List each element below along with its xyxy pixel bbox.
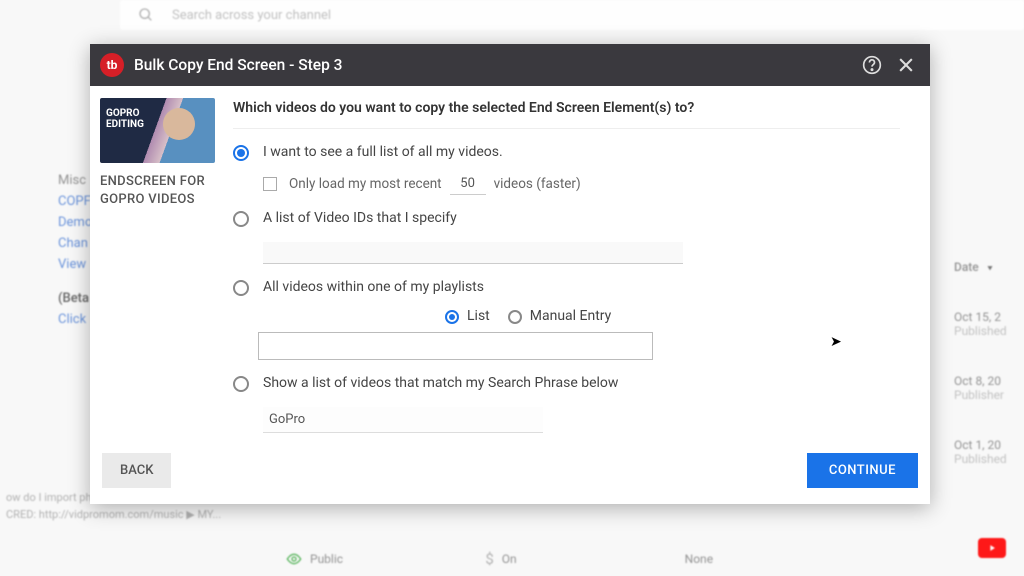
table-row: Oct 15, 2 Published	[954, 310, 1024, 338]
option-label: I want to see a full list of all my vide…	[263, 143, 503, 163]
bg-right-column: Date Oct 15, 2 Published Oct 8, 20 Publi…	[954, 260, 1024, 466]
recent-count-input[interactable]	[450, 173, 486, 195]
bg-nav-link[interactable]: Chan	[58, 233, 92, 254]
modal-sidebar: ENDSCREEN FOR GOPRO VIDEOS	[90, 86, 225, 441]
visibility-cell: Public	[286, 550, 485, 568]
option-video-ids[interactable]: A list of Video IDs that I specify	[233, 209, 900, 229]
radio-playlist-list[interactable]	[445, 310, 459, 324]
video-status-row: Public $ On None	[286, 550, 884, 568]
search-placeholder: Search across your channel	[172, 8, 331, 23]
bg-nav-link[interactable]: Click	[58, 309, 92, 330]
playlist-manual-label: Manual Entry	[530, 308, 612, 324]
bulk-copy-modal: tb Bulk Copy End Screen - Step 3 ENDSCRE…	[90, 44, 930, 504]
option-search-phrase[interactable]: Show a list of videos that match my Sear…	[233, 374, 900, 394]
back-button[interactable]: BACK	[102, 453, 171, 488]
video-ids-input[interactable]	[263, 242, 683, 264]
table-row: Oct 1, 20 Published	[954, 438, 1024, 466]
bg-nav-section: Misc	[58, 170, 92, 191]
option-full-list-sub: Only load my most recent videos (faster)	[263, 173, 900, 195]
playlist-input[interactable]	[258, 332, 653, 360]
bg-nav-section: (Beta	[58, 275, 92, 309]
restrictions-cell: None	[685, 550, 884, 568]
tubebuddy-logo: tb	[100, 53, 124, 77]
sub-label-a: Only load my most recent	[289, 176, 442, 192]
dollar-icon: $	[485, 550, 493, 568]
bg-nav-link[interactable]: COPF	[58, 191, 92, 212]
bg-nav-link[interactable]: View	[58, 254, 92, 275]
bg-left-nav: Misc COPF Demo Chan View (Beta Click	[58, 170, 92, 330]
eye-icon	[286, 551, 302, 567]
date-column-header[interactable]: Date	[954, 260, 1024, 274]
playlist-mode-row: List Manual Entry	[445, 308, 900, 324]
radio-search-phrase[interactable]	[233, 376, 249, 392]
radio-video-ids[interactable]	[233, 211, 249, 227]
recent-only-checkbox[interactable]	[263, 177, 277, 191]
source-video-title: ENDSCREEN FOR GOPRO VIDEOS	[100, 173, 215, 208]
playlist-list-label: List	[467, 308, 490, 324]
option-label: A list of Video IDs that I specify	[263, 209, 457, 229]
bg-nav-link[interactable]: Demo	[58, 212, 92, 233]
table-row: Oct 8, 20 Publisher	[954, 374, 1024, 402]
modal-question: Which videos do you want to copy the sel…	[233, 100, 900, 129]
search-icon	[138, 7, 154, 23]
option-label: Show a list of videos that match my Sear…	[263, 374, 618, 394]
modal-body: ENDSCREEN FOR GOPRO VIDEOS Which videos …	[90, 86, 930, 441]
radio-playlist[interactable]	[233, 280, 249, 296]
modal-title: Bulk Copy End Screen - Step 3	[134, 56, 848, 74]
radio-playlist-manual[interactable]	[508, 310, 522, 324]
search-bar[interactable]: Search across your channel	[120, 0, 1024, 30]
close-icon[interactable]	[896, 55, 916, 75]
search-phrase-input[interactable]	[263, 407, 543, 433]
continue-button[interactable]: CONTINUE	[807, 453, 918, 488]
option-full-list[interactable]: I want to see a full list of all my vide…	[233, 143, 900, 163]
monetization-cell: $ On	[485, 550, 684, 568]
arrow-down-icon	[985, 262, 995, 272]
modal-footer: BACK CONTINUE	[90, 441, 930, 504]
sub-label-b: videos (faster)	[494, 176, 581, 192]
youtube-logo[interactable]	[978, 538, 1006, 558]
modal-header: tb Bulk Copy End Screen - Step 3	[90, 44, 930, 86]
option-label: All videos within one of my playlists	[263, 278, 484, 298]
modal-main: Which videos do you want to copy the sel…	[225, 86, 930, 441]
help-icon[interactable]	[862, 55, 882, 75]
source-video-thumbnail[interactable]	[100, 98, 215, 163]
radio-full-list[interactable]	[233, 145, 249, 161]
option-playlist[interactable]: All videos within one of my playlists	[233, 278, 900, 298]
